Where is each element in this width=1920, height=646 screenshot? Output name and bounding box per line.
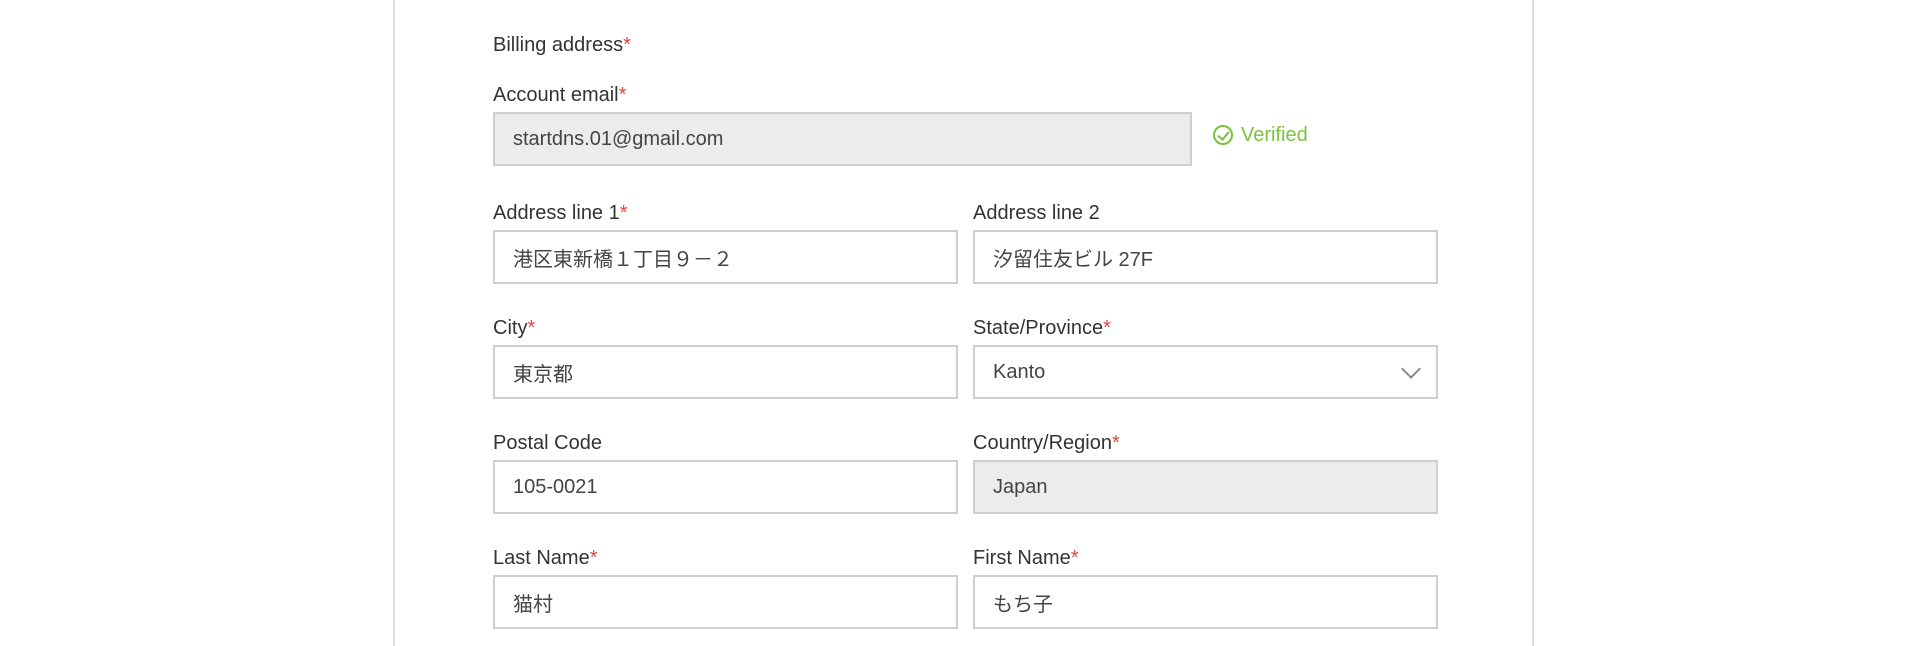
country-region-value: Japan xyxy=(993,475,1048,498)
required-marker: * xyxy=(618,84,627,106)
first-name-value: もち子 xyxy=(993,593,1053,616)
billing-address-heading: Billing address* xyxy=(493,33,631,57)
label-text: First Name xyxy=(973,547,1071,569)
label-text: Country/Region xyxy=(973,432,1112,454)
required-marker: * xyxy=(623,34,631,56)
check-circle-icon xyxy=(1213,125,1233,145)
first-name-label: First Name* xyxy=(973,546,1079,570)
country-region-field: Japan xyxy=(973,460,1438,514)
required-marker: * xyxy=(1070,547,1079,569)
last-name-label: Last Name* xyxy=(493,546,598,570)
label-text: Address line 2 xyxy=(973,202,1100,224)
account-email-field[interactable]: startdns.01@gmail.com xyxy=(493,112,1192,166)
required-marker: * xyxy=(619,202,628,224)
state-province-select[interactable]: Kanto xyxy=(973,345,1438,399)
label-text: Postal Code xyxy=(493,432,602,454)
address-line-1-label: Address line 1* xyxy=(493,201,628,225)
last-name-input[interactable]: 猫村 xyxy=(493,575,958,629)
address-line-2-input[interactable]: 汐留住友ビル 27F xyxy=(973,230,1438,284)
country-region-label: Country/Region* xyxy=(973,431,1120,455)
required-marker: * xyxy=(527,317,536,339)
city-value: 東京都 xyxy=(513,363,573,386)
label-text: State/Province xyxy=(973,317,1104,339)
postal-code-input[interactable]: 105-0021 xyxy=(493,460,958,514)
required-marker: * xyxy=(589,547,598,569)
label-text: Last Name xyxy=(493,547,590,569)
postal-code-label: Postal Code xyxy=(493,431,602,455)
address-line-1-input[interactable]: 港区東新橋１丁目９－２ xyxy=(493,230,958,284)
verified-status: Verified xyxy=(1213,123,1308,147)
account-email-value: startdns.01@gmail.com xyxy=(513,127,724,150)
label-text: Account email xyxy=(493,84,619,106)
first-name-input[interactable]: もち子 xyxy=(973,575,1438,629)
address-line-2-label: Address line 2 xyxy=(973,201,1100,225)
state-province-label: State/Province* xyxy=(973,316,1111,340)
heading-text: Billing address xyxy=(493,34,624,56)
chevron-down-icon xyxy=(1401,359,1421,379)
required-marker: * xyxy=(1111,432,1120,454)
label-text: City xyxy=(493,317,528,339)
city-label: City* xyxy=(493,316,535,340)
required-marker: * xyxy=(1103,317,1111,339)
last-name-value: 猫村 xyxy=(513,593,553,616)
address-line-1-value: 港区東新橋１丁目９－２ xyxy=(513,248,733,271)
account-email-label: Account email* xyxy=(493,83,626,107)
postal-code-value: 105-0021 xyxy=(513,475,598,498)
state-province-value: Kanto xyxy=(993,360,1046,383)
verified-text: Verified xyxy=(1241,124,1308,146)
address-line-2-value: 汐留住友ビル 27F xyxy=(993,248,1154,271)
label-text: Address line 1 xyxy=(493,202,620,224)
city-input[interactable]: 東京都 xyxy=(493,345,958,399)
